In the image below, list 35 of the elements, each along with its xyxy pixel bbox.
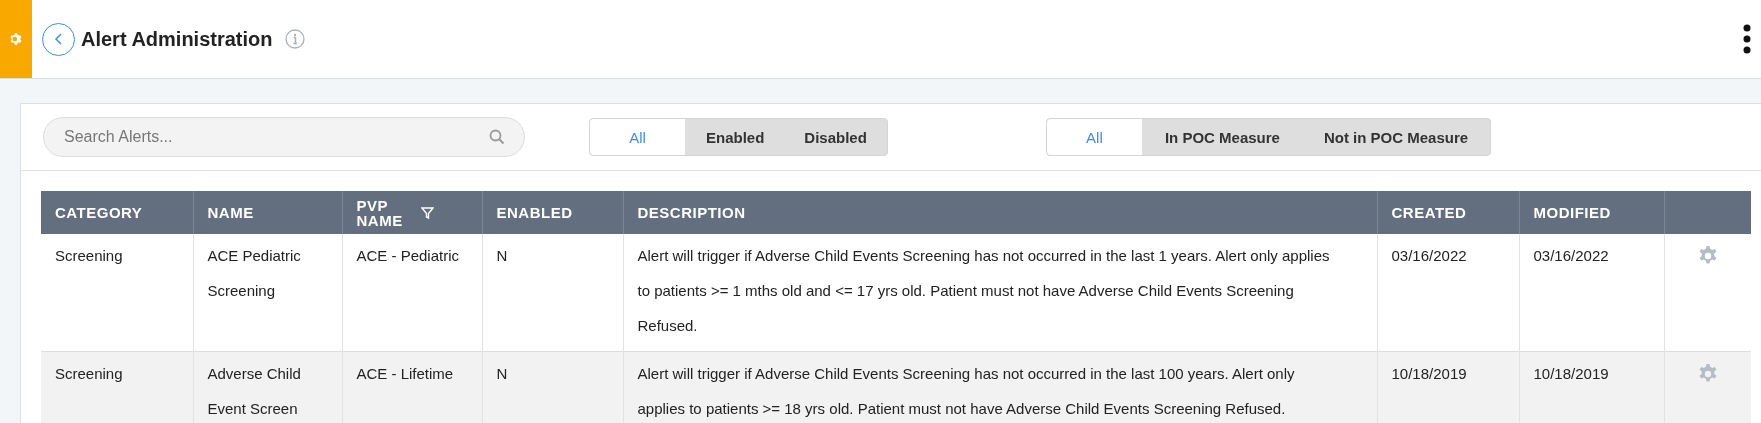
table-cell: N [482, 234, 623, 352]
filter-tab[interactable]: Disabled [784, 119, 887, 155]
filter-tab[interactable]: Not in POC Measure [1301, 119, 1491, 155]
column-header: CREATED [1391, 204, 1467, 221]
table-cell: 10/18/2019 [1519, 351, 1664, 423]
column-header: CATEGORY [55, 204, 143, 221]
table-cell: 10/18/2019 [1377, 351, 1519, 423]
filter-icon[interactable] [420, 206, 434, 219]
table-cell: 03/16/2022 [1519, 234, 1664, 352]
table-cell: Adverse Child Event Screen [193, 351, 342, 423]
filter-tab[interactable]: In POC Measure [1142, 119, 1302, 155]
settings-icon [9, 32, 23, 46]
page-title: Alert Administration [81, 27, 273, 51]
info-icon[interactable] [284, 29, 305, 49]
column-header: NAME [207, 204, 254, 221]
table-cell: Alert will trigger if Adverse Child Events Screening has not occurred in the last 1 years. Alert only applies to patients >= 1 mths old and <= 17 yrs old. Patient must not have Adverse Child Events Screening Refused. [623, 234, 1377, 352]
side-tab[interactable] [0, 0, 32, 78]
search-field[interactable]: Search Alerts... [43, 117, 525, 157]
column-header: DESCRIPTION [637, 204, 746, 221]
table-cell: Screening [41, 234, 193, 352]
table-cell: Alert will trigger if Adverse Child Events Screening has not occurred in the last 100 years. Alert only applies to patients >= 18 yrs old. Patient must not have Adverse Child Events Screening Refused. [623, 351, 1377, 423]
more-menu-icon[interactable] [1743, 24, 1751, 54]
search-icon [489, 129, 505, 145]
column-header: ENABLED [496, 204, 573, 221]
table-cell: ACE - Lifetime [342, 351, 482, 423]
column-header: MODIFIED [1533, 204, 1611, 221]
table-cell: ACE Pediatric Screening [193, 234, 342, 352]
table-cell: 03/16/2022 [1377, 234, 1519, 352]
filter-tab[interactable]: Enabled [686, 119, 785, 155]
table-cell: Screening [41, 351, 193, 423]
table-cell: ACE - Pediatric [342, 234, 482, 352]
table-cell: N [482, 351, 623, 423]
back-button[interactable] [42, 22, 75, 56]
filter-tab[interactable]: All [590, 119, 686, 155]
column-header: PVP NAME [356, 197, 404, 228]
